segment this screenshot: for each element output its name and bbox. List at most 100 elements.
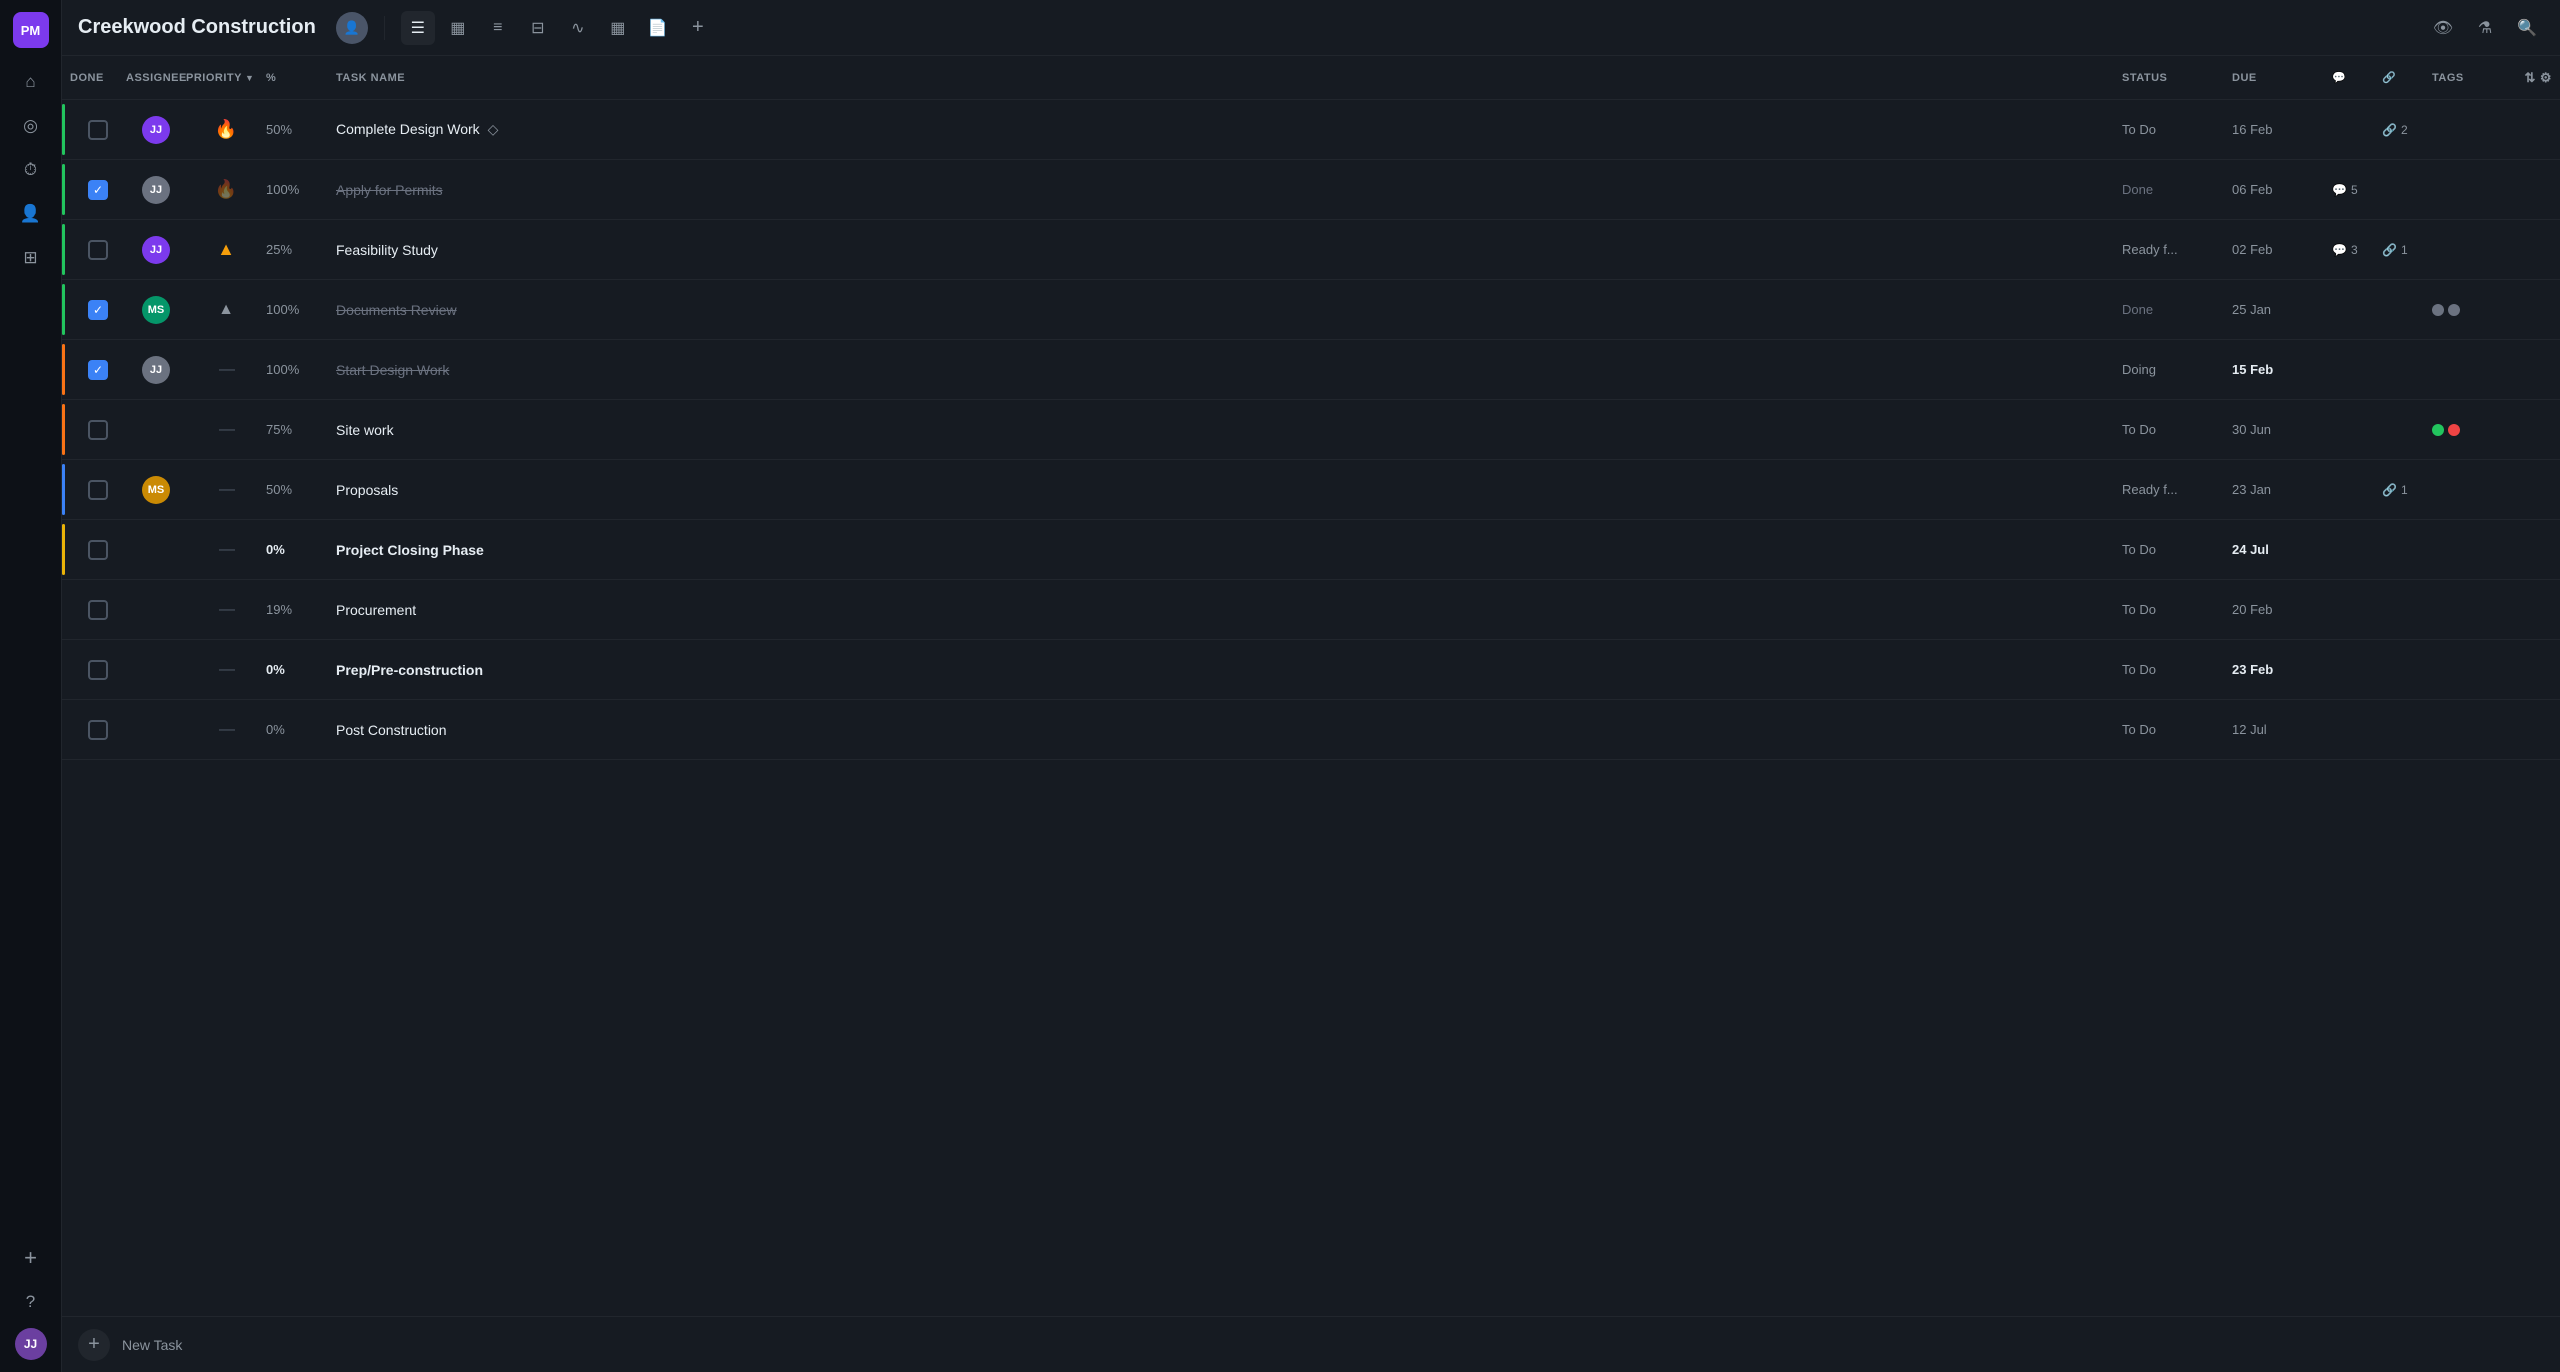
task-checkbox[interactable]: [88, 240, 108, 260]
task-name[interactable]: Feasibility Study: [336, 242, 2122, 258]
add-task-button[interactable]: +: [78, 1329, 110, 1361]
table-row: —0%Prep/Pre-constructionTo Do23 Feb: [62, 640, 2560, 700]
task-priority: —: [186, 481, 266, 499]
task-name[interactable]: Procurement: [336, 602, 2122, 618]
task-due: 20 Feb: [2232, 602, 2332, 617]
task-checkbox[interactable]: [88, 480, 108, 500]
task-checkbox[interactable]: [88, 120, 108, 140]
task-checkbox[interactable]: ✓: [88, 300, 108, 320]
task-percent: 19%: [266, 602, 336, 617]
task-assignee: MS: [126, 296, 186, 324]
table-view-btn[interactable]: ⊟: [521, 11, 555, 45]
app-logo[interactable]: PM: [13, 12, 49, 48]
col-priority[interactable]: PRIORITY ▼: [186, 72, 266, 84]
link-icon: 🔗: [2382, 483, 2397, 497]
task-name[interactable]: Prep/Pre-construction: [336, 662, 2122, 678]
task-status: Done: [2122, 182, 2232, 197]
task-status: Doing: [2122, 362, 2232, 377]
clock-icon[interactable]: ⏱: [13, 152, 49, 188]
task-checkbox[interactable]: [88, 720, 108, 740]
task-status: To Do: [2122, 722, 2232, 737]
task-name[interactable]: Documents Review: [336, 302, 2122, 318]
task-due: 24 Jul: [2232, 542, 2332, 557]
task-name[interactable]: Proposals: [336, 482, 2122, 498]
task-due: 23 Feb: [2232, 662, 2332, 677]
task-checkbox[interactable]: ✓: [88, 180, 108, 200]
list-view-btn[interactable]: ☰: [401, 11, 435, 45]
filter-btn[interactable]: ⚗: [2468, 11, 2502, 45]
task-priority: —: [186, 601, 266, 619]
task-comments: 💬5: [2332, 183, 2382, 197]
assignee-avatar: JJ: [142, 116, 170, 144]
briefcase-icon[interactable]: ⊞: [13, 240, 49, 276]
task-status: To Do: [2122, 662, 2232, 677]
task-due: 30 Jun: [2232, 422, 2332, 437]
table-row: MS—50%ProposalsReady f...23 Jan🔗1: [62, 460, 2560, 520]
col-comments: 💬: [2332, 71, 2382, 84]
task-percent: 50%: [266, 482, 336, 497]
comment-count: 3: [2351, 243, 2358, 257]
task-checkbox[interactable]: ✓: [88, 360, 108, 380]
task-name[interactable]: Site work: [336, 422, 2122, 438]
task-checkbox[interactable]: [88, 540, 108, 560]
task-checkbox[interactable]: [88, 420, 108, 440]
task-tags: [2432, 304, 2552, 316]
task-assignee: JJ: [126, 236, 186, 264]
gantt-view-btn[interactable]: ▦: [441, 11, 475, 45]
footer: + New Task: [62, 1316, 2560, 1372]
task-name[interactable]: Apply for Permits: [336, 182, 2122, 198]
board-view-btn[interactable]: ≡: [481, 11, 515, 45]
user-avatar-sidebar[interactable]: JJ: [15, 1328, 47, 1360]
table-row: —0%Project Closing PhaseTo Do24 Jul: [62, 520, 2560, 580]
link-icon: 🔗: [2382, 123, 2397, 137]
task-assignee: JJ: [126, 116, 186, 144]
task-status: To Do: [2122, 422, 2232, 437]
col-percent: %: [266, 72, 336, 84]
people-icon[interactable]: 👤: [13, 196, 49, 232]
link-count: 2: [2401, 123, 2408, 137]
task-due: 12 Jul: [2232, 722, 2332, 737]
view-toolbar: ☰ ▦ ≡ ⊟ ∿ ▦ 📄 +: [401, 11, 715, 45]
timeline-view-btn[interactable]: ∿: [561, 11, 595, 45]
task-priority: —: [186, 661, 266, 679]
task-tags: [2432, 424, 2552, 436]
task-priority: 🔥: [186, 119, 266, 140]
task-due: 02 Feb: [2232, 242, 2332, 257]
header: Creekwood Construction 👤 ☰ ▦ ≡ ⊟ ∿ ▦ 📄 +…: [62, 0, 2560, 56]
tag-dot: [2448, 304, 2460, 316]
tag-dot: [2448, 424, 2460, 436]
table-row: —0%Post ConstructionTo Do12 Jul: [62, 700, 2560, 760]
project-title: Creekwood Construction: [78, 16, 316, 39]
task-percent: 50%: [266, 122, 336, 137]
priority-sort-arrow: ▼: [245, 73, 254, 83]
assignee-avatar: MS: [142, 296, 170, 324]
task-due: 16 Feb: [2232, 122, 2332, 137]
task-name[interactable]: Project Closing Phase: [336, 542, 2122, 558]
home-icon[interactable]: ⌂: [13, 64, 49, 100]
calendar-view-btn[interactable]: ▦: [601, 11, 635, 45]
task-name[interactable]: Complete Design Work ◇: [336, 121, 2122, 138]
task-priority: —: [186, 361, 266, 379]
task-due: 15 Feb: [2232, 362, 2332, 377]
search-btn[interactable]: 🔍: [2510, 11, 2544, 45]
task-priority: —: [186, 421, 266, 439]
add-view-btn[interactable]: +: [681, 11, 715, 45]
add-workspace-icon[interactable]: +: [13, 1240, 49, 1276]
task-links: 🔗2: [2382, 123, 2432, 137]
doc-view-btn[interactable]: 📄: [641, 11, 675, 45]
notification-icon[interactable]: ◎: [13, 108, 49, 144]
task-percent: 100%: [266, 362, 336, 377]
task-priority: —: [186, 721, 266, 739]
task-checkbox[interactable]: [88, 660, 108, 680]
table-row: ✓JJ—100%Start Design WorkDoing15 Feb: [62, 340, 2560, 400]
task-name[interactable]: Post Construction: [336, 722, 2122, 738]
watch-btn[interactable]: 👁: [2426, 11, 2460, 45]
filter-cols-icon[interactable]: ⚙: [2540, 70, 2552, 86]
comment-count: 5: [2351, 183, 2358, 197]
sort-icon[interactable]: ⇅: [2524, 70, 2535, 86]
task-name[interactable]: Start Design Work: [336, 362, 2122, 378]
help-icon[interactable]: ?: [13, 1284, 49, 1320]
table-row: ✓JJ🔥100%Apply for PermitsDone06 Feb💬5: [62, 160, 2560, 220]
col-task-name: TASK NAME: [336, 72, 2122, 84]
task-checkbox[interactable]: [88, 600, 108, 620]
